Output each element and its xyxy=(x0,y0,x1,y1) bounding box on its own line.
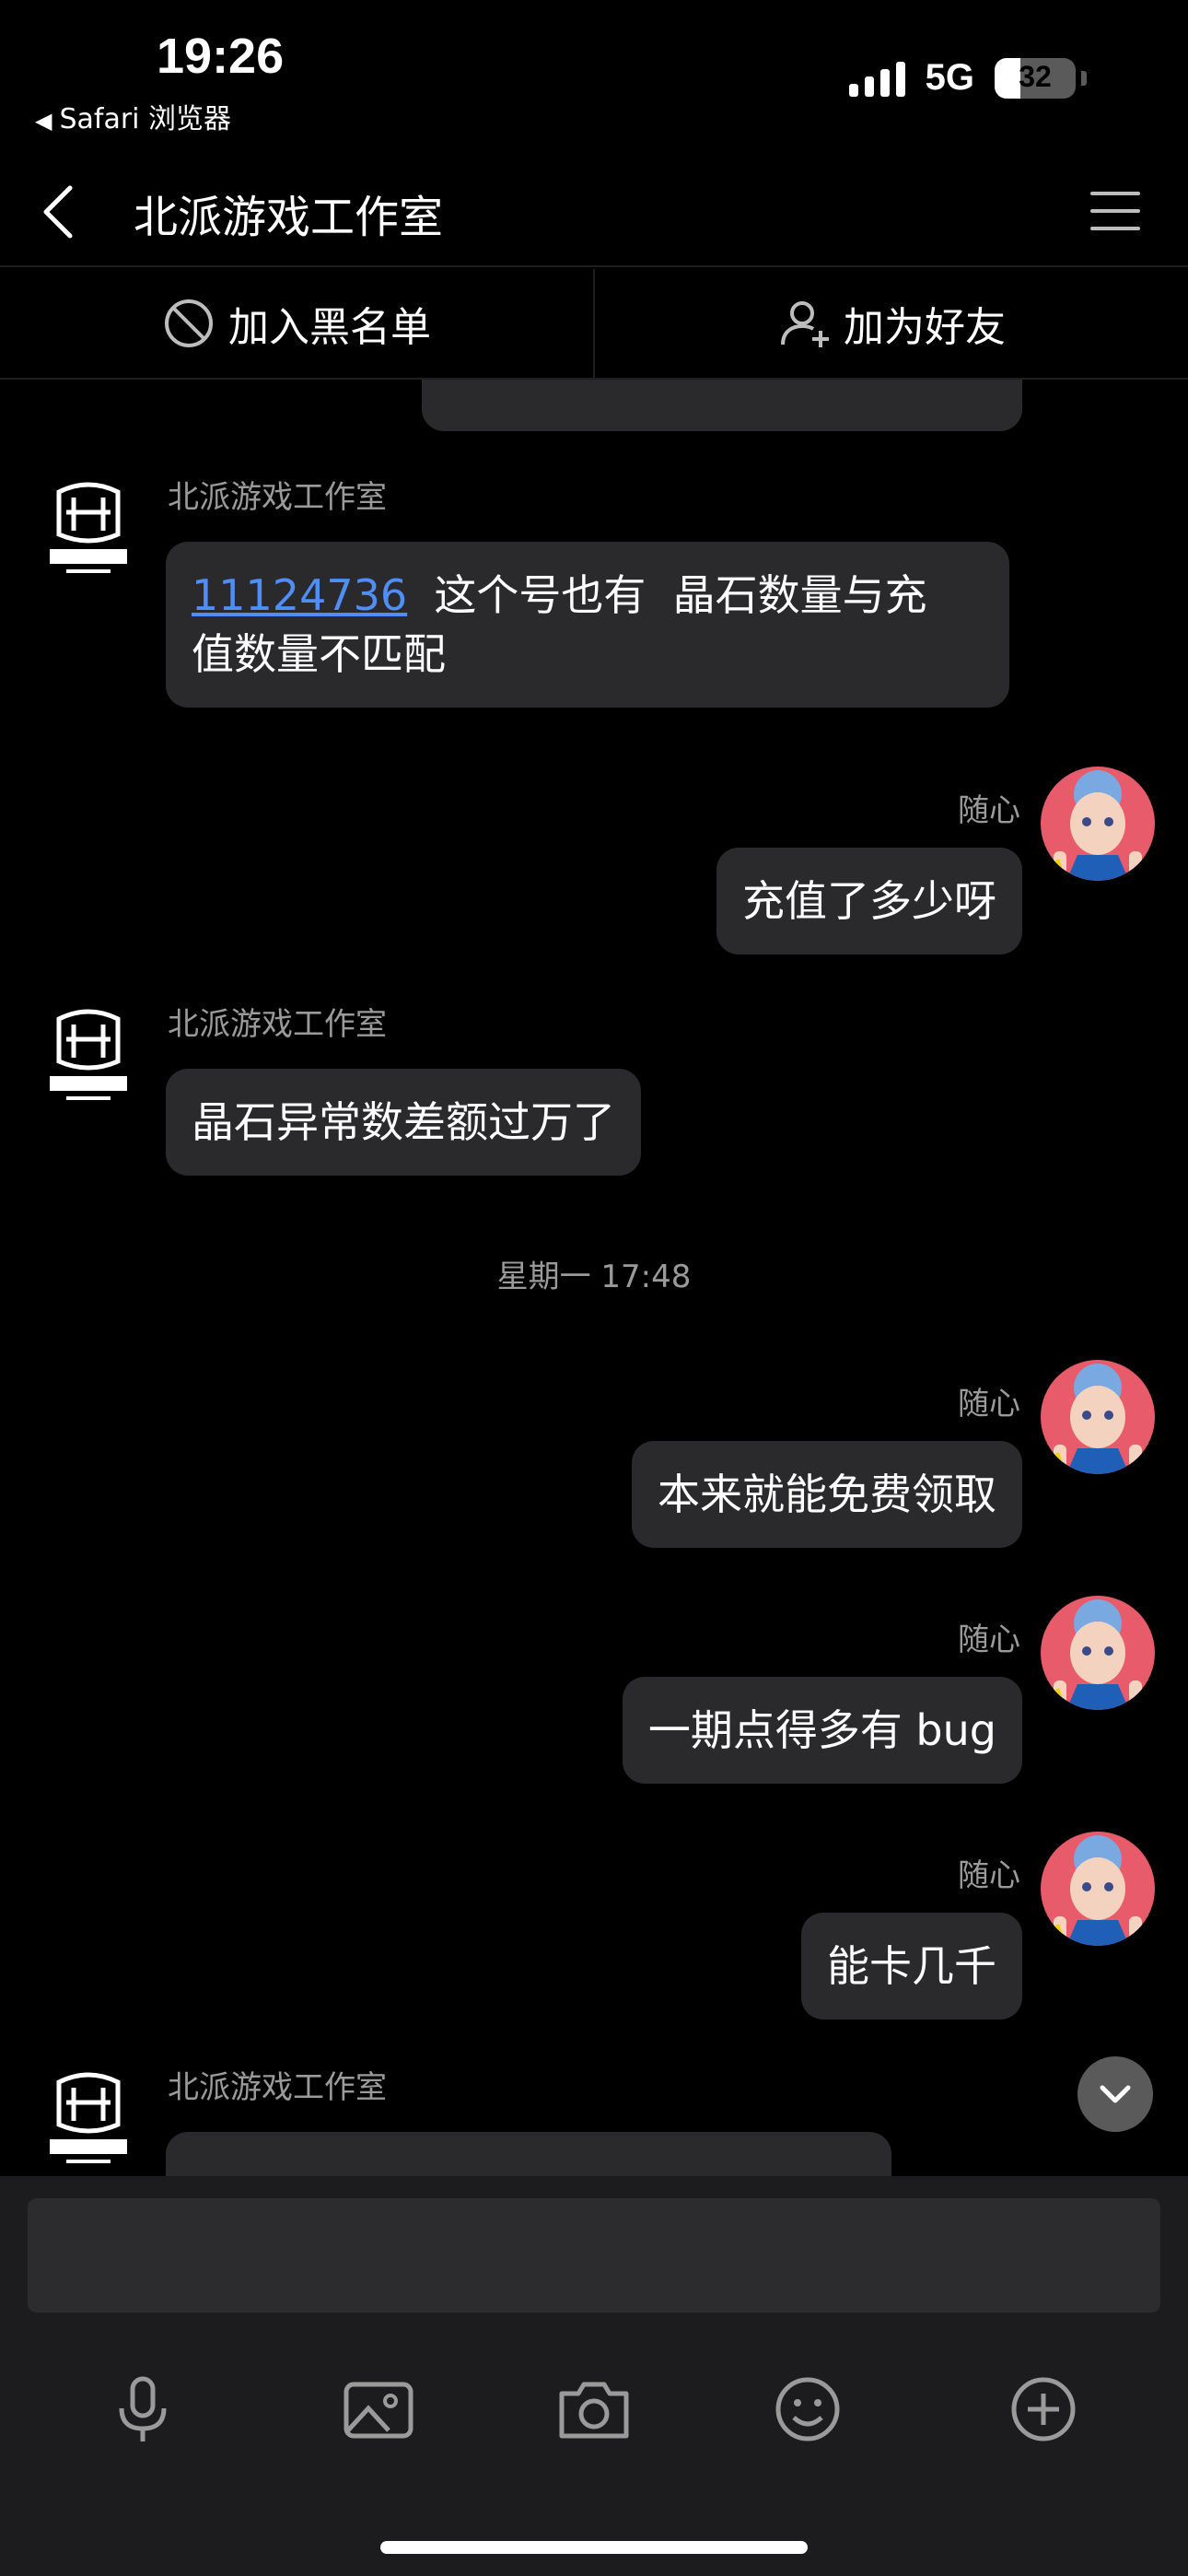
message-bubble[interactable]: 11124736 这个号也有 晶石数量与充 值数量不匹配 xyxy=(166,542,1009,708)
sender-name: 随心 xyxy=(958,1622,1020,1658)
sender-name: 随心 xyxy=(958,792,1020,829)
sender-name: 北派游戏工作室 xyxy=(168,479,387,516)
user-avatar[interactable] xyxy=(1041,1596,1155,1710)
battery-icon: 32 xyxy=(995,57,1076,99)
image-icon[interactable] xyxy=(339,2370,418,2449)
sender-name: 北派游戏工作室 xyxy=(168,2069,387,2106)
blacklist-label: 加入黑名单 xyxy=(228,304,431,351)
signal-icon xyxy=(848,60,905,97)
message-bubble[interactable]: 能卡几千 xyxy=(801,1913,1022,2020)
studio-logo-avatar[interactable] xyxy=(46,479,131,580)
network-type: 5G xyxy=(925,57,974,98)
user-avatar[interactable] xyxy=(1041,1832,1155,1946)
battery-cap xyxy=(1081,70,1087,86)
user-avatar[interactable] xyxy=(1041,767,1155,881)
id-link[interactable]: 11124736 xyxy=(192,570,407,620)
message-bubble[interactable]: 充值了多少呀 xyxy=(716,848,1022,954)
add-friend-button[interactable]: 加为好友 xyxy=(593,269,1188,378)
status-time: 19:26 xyxy=(157,29,285,84)
blacklist-button[interactable]: 加入黑名单 xyxy=(0,269,593,378)
message-bubble[interactable]: 一期点得多有 bug xyxy=(622,1677,1022,1784)
sender-name: 随心 xyxy=(958,1386,1020,1423)
input-toolbar xyxy=(0,2370,1188,2480)
message-bubble[interactable] xyxy=(166,2132,891,2176)
menu-icon[interactable] xyxy=(1089,188,1142,234)
message-bubble[interactable]: 本来就能免费领取 xyxy=(632,1441,1022,1548)
chevron-down-icon xyxy=(1100,2085,1131,2103)
action-bar: 加入黑名单 加为好友 xyxy=(0,269,1188,380)
plus-circle-icon[interactable] xyxy=(1004,2370,1083,2449)
microphone-icon[interactable] xyxy=(103,2370,182,2449)
back-app-label: Safari 浏览器 xyxy=(59,103,232,135)
user-avatar[interactable] xyxy=(1041,1360,1155,1474)
emoji-icon[interactable] xyxy=(768,2370,847,2449)
message-input[interactable] xyxy=(28,2198,1160,2313)
home-indicator[interactable] xyxy=(380,2541,808,2554)
back-to-app-link[interactable]: ◀ Safari 浏览器 xyxy=(35,96,231,136)
status-bar: 19:26 ◀ Safari 浏览器 5G 32 xyxy=(0,0,1188,157)
timestamp: 星期一 17:48 xyxy=(496,1259,692,1295)
composer xyxy=(0,2176,1188,2576)
message-text-line2: 值数量不匹配 xyxy=(192,629,446,679)
camera-icon[interactable] xyxy=(554,2370,634,2449)
page-title: 北派游戏工作室 xyxy=(134,192,444,243)
sender-name: 北派游戏工作室 xyxy=(168,1006,387,1043)
add-user-icon xyxy=(781,301,829,347)
nav-bar: 北派游戏工作室 xyxy=(0,157,1188,267)
partial-bubble xyxy=(422,380,1022,431)
battery-percent: 32 xyxy=(1019,59,1052,93)
studio-logo-avatar[interactable] xyxy=(46,2069,131,2171)
status-indicators: 5G 32 xyxy=(848,57,1087,99)
message-bubble[interactable]: 晶石异常数差额过万了 xyxy=(166,1069,641,1176)
sender-name: 随心 xyxy=(958,1857,1020,1894)
chevron-left-icon[interactable] xyxy=(37,184,83,240)
back-triangle-icon: ◀ xyxy=(35,108,52,134)
message-text-rest: 这个号也有 晶石数量与充 xyxy=(407,570,927,620)
studio-logo-avatar[interactable] xyxy=(46,1006,131,1107)
block-icon xyxy=(165,299,213,347)
add-friend-label: 加为好友 xyxy=(844,304,1006,351)
scroll-to-bottom-button[interactable] xyxy=(1077,2056,1153,2132)
chat-area[interactable]: 北派游戏工作室 11124736 这个号也有 晶石数量与充 值数量不匹配 随心 … xyxy=(0,380,1188,2176)
